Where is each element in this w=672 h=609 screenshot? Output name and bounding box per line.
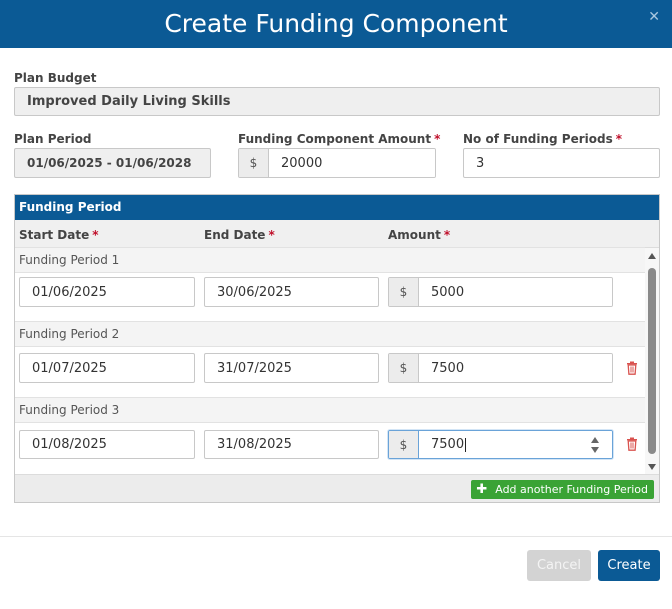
dialog-header: Create Funding Component ✕ [0, 0, 672, 48]
currency-addon: $ [389, 431, 419, 458]
panel-footer: ✚ Add another Funding Period [15, 474, 659, 502]
plan-budget-field: Improved Daily Living Skills [14, 87, 660, 116]
plan-budget-label: Plan Budget [14, 71, 97, 85]
currency-addon: $ [389, 278, 419, 306]
create-button[interactable]: Create [598, 550, 660, 581]
plan-period-label: Plan Period [14, 132, 92, 146]
funding-amount-input[interactable]: 20000 [269, 149, 435, 177]
end-date-header: End Date * [204, 228, 275, 242]
currency-addon: $ [389, 354, 419, 382]
panel-title: Funding Period [15, 195, 659, 220]
cancel-button[interactable]: Cancel [527, 550, 591, 581]
funding-period-3-title: Funding Period 3 [15, 397, 645, 423]
period-3-start-date[interactable]: 01/08/2025 [19, 430, 195, 459]
amount-header: Amount * [388, 228, 451, 242]
close-icon[interactable]: ✕ [648, 9, 660, 23]
scroll-up-arrow-icon[interactable] [648, 253, 656, 259]
spinner-up-icon[interactable] [591, 437, 599, 443]
period-2-amount-group[interactable]: $ 7500 [388, 353, 613, 383]
delete-period-2-trash-icon[interactable] [626, 361, 638, 375]
num-periods-label: No of Funding Periods * [463, 132, 623, 146]
period-2-start-date[interactable]: 01/07/2025 [19, 353, 195, 383]
funding-amount-label: Funding Component Amount * [238, 132, 441, 146]
period-1-end-date[interactable]: 30/06/2025 [204, 277, 379, 307]
text-caret [465, 437, 467, 452]
start-date-header: Start Date * [19, 228, 99, 242]
plus-icon: ✚ [476, 482, 488, 497]
plan-period-field: 01/06/2025 - 01/06/2028 [14, 148, 211, 178]
period-1-amount-input[interactable]: 5000 [419, 278, 612, 306]
add-funding-period-button[interactable]: ✚ Add another Funding Period [471, 480, 654, 499]
number-spinner[interactable] [590, 435, 600, 455]
funding-period-2-title: Funding Period 2 [15, 321, 645, 347]
currency-addon: $ [239, 149, 269, 177]
period-2-end-date[interactable]: 31/07/2025 [204, 353, 379, 383]
period-1-amount-group[interactable]: $ 5000 [388, 277, 613, 307]
scroll-thumb[interactable] [648, 268, 656, 454]
funding-period-panel: Funding Period Start Date * End Date * Amo… [14, 194, 660, 503]
delete-period-3-trash-icon[interactable] [626, 437, 638, 451]
period-3-amount-group[interactable]: $ 7500 [388, 430, 613, 459]
period-3-amount-value: 7500 [431, 437, 465, 452]
funding-period-1-title: Funding Period 1 [15, 247, 645, 273]
num-periods-input[interactable]: 3 [463, 148, 660, 178]
spinner-down-icon[interactable] [591, 447, 599, 453]
period-2-amount-input[interactable]: 7500 [419, 354, 612, 382]
dialog-title: Create Funding Component [164, 9, 508, 38]
column-header-row: Start Date * End Date * Amount * [15, 220, 659, 248]
scroll-down-arrow-icon[interactable] [648, 464, 656, 470]
period-1-start-date[interactable]: 01/06/2025 [19, 277, 195, 307]
add-funding-period-label: Add another Funding Period [495, 483, 648, 496]
period-3-amount-input[interactable]: 7500 [419, 431, 612, 458]
period-3-end-date[interactable]: 31/08/2025 [204, 430, 379, 459]
funding-amount-input-group[interactable]: $ 20000 [238, 148, 436, 178]
footer-divider [0, 536, 672, 537]
vertical-scrollbar[interactable] [645, 248, 659, 474]
